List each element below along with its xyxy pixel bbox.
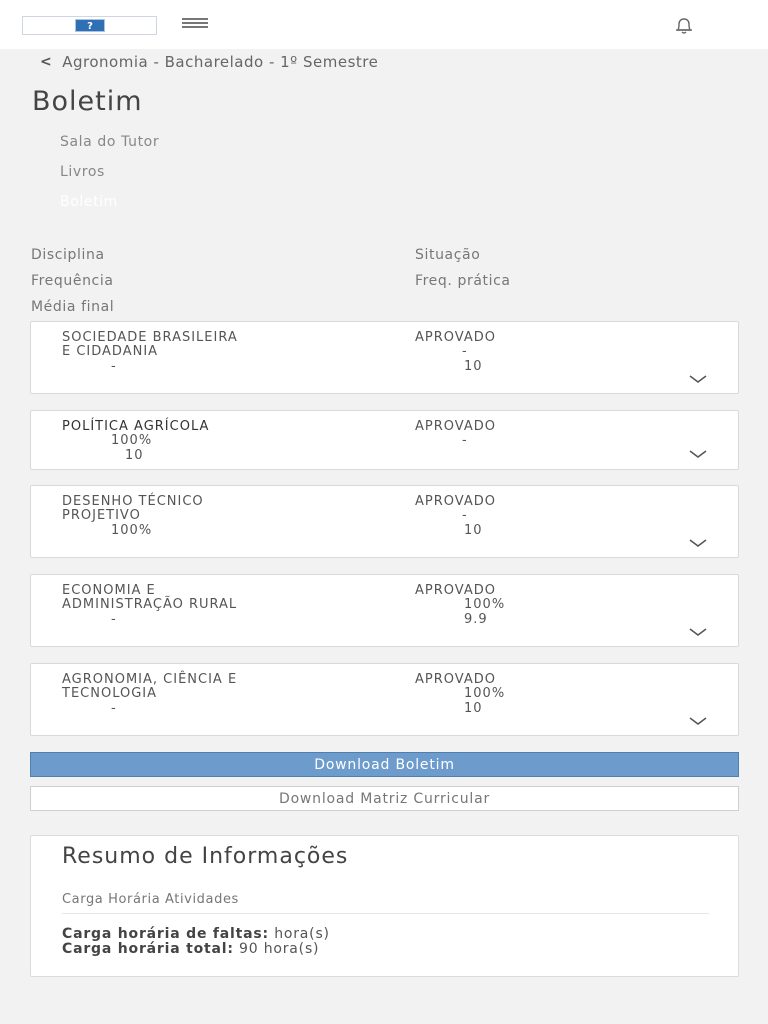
download-matriz-button[interactable]: Download Matriz Curricular (30, 786, 739, 811)
course-card[interactable]: AGRONOMIA, CIÊNCIA E TECNOLOGIA APROVADO… (30, 663, 739, 736)
chevron-down-icon[interactable] (688, 373, 708, 385)
course-name-line1: ECONOMIA E (62, 583, 156, 598)
logo[interactable]: ? (22, 16, 157, 35)
header-freq-pratica: Freq. prática (415, 273, 511, 289)
course-freq-pratica: 100% (464, 597, 506, 612)
course-frequencia: 100% (111, 523, 153, 538)
course-name-line2: E CIDADANIA (62, 344, 159, 359)
nav-item-boletim[interactable]: Boletim (60, 194, 118, 210)
header-situacao: Situação (415, 247, 481, 263)
course-name-line1: DESENHO TÉCNICO (62, 494, 204, 509)
course-frequencia: 100% (111, 433, 153, 448)
course-card[interactable]: POLÍTICA AGRÍCOLA APROVADO 100% - 10 (30, 410, 739, 470)
download-boletim-button[interactable]: Download Boletim (30, 752, 739, 777)
chevron-down-icon[interactable] (688, 448, 708, 460)
breadcrumb-label[interactable]: Agronomia - Bacharelado - 1º Semestre (62, 53, 378, 71)
header-frequencia: Frequência (31, 273, 114, 289)
course-name-line1: AGRONOMIA, CIÊNCIA E (62, 672, 238, 687)
summary-subtitle: Carga Horária Atividades (62, 892, 239, 907)
course-frequencia: - (111, 612, 117, 627)
nav-item-livros[interactable]: Livros (60, 164, 105, 180)
course-card[interactable]: SOCIEDADE BRASILEIRA E CIDADANIA APROVAD… (30, 321, 739, 394)
faltas-row: Carga horária de faltas: hora(s) (62, 926, 330, 942)
course-situation: APROVADO (415, 419, 496, 434)
course-situation: APROVADO (415, 494, 496, 509)
course-situation: APROVADO (415, 672, 496, 687)
total-label: Carga horária total: (62, 941, 234, 957)
header-media-final: Média final (31, 299, 115, 315)
chevron-down-icon[interactable] (688, 626, 708, 638)
course-name-line1: POLÍTICA AGRÍCOLA (62, 419, 210, 434)
course-media-final: 10 (125, 448, 144, 463)
top-bar: ? (0, 0, 768, 49)
course-card[interactable]: DESENHO TÉCNICO PROJETIVO APROVADO - 100… (30, 485, 739, 558)
breadcrumb: < Agronomia - Bacharelado - 1º Semestre (40, 53, 378, 71)
course-card[interactable]: ECONOMIA E ADMINISTRAÇÃO RURAL APROVADO … (30, 574, 739, 647)
divider (62, 913, 709, 914)
course-situation: APROVADO (415, 583, 496, 598)
course-situation: APROVADO (415, 330, 496, 345)
nav-item-sala-do-tutor[interactable]: Sala do Tutor (60, 134, 159, 150)
faltas-value: hora(s) (274, 926, 330, 942)
course-media-final: 10 (464, 359, 483, 374)
header-disciplina: Disciplina (31, 247, 105, 263)
logo-mark: ? (75, 19, 105, 32)
chevron-left-icon[interactable]: < (40, 54, 52, 70)
course-frequencia: - (111, 359, 117, 374)
course-freq-pratica: 100% (464, 686, 506, 701)
total-row: Carga horária total: 90 hora(s) (62, 941, 319, 957)
course-media-final: 9.9 (464, 612, 488, 627)
summary-title: Resumo de Informações (62, 844, 349, 869)
hamburger-menu-icon[interactable] (182, 18, 208, 30)
chevron-down-icon[interactable] (688, 715, 708, 727)
course-freq-pratica: - (462, 344, 468, 359)
faltas-label: Carga horária de faltas: (62, 926, 269, 942)
course-media-final: 10 (464, 523, 483, 538)
course-freq-pratica: - (462, 433, 468, 448)
course-name-line2: TECNOLOGIA (62, 686, 158, 701)
summary-panel: Resumo de Informações Carga Horária Ativ… (30, 835, 739, 977)
course-media-final: 10 (464, 701, 483, 716)
course-name-line1: SOCIEDADE BRASILEIRA (62, 330, 238, 345)
page-title: Boletim (32, 86, 143, 117)
course-name-line2: PROJETIVO (62, 508, 141, 523)
total-value: 90 hora(s) (239, 941, 320, 957)
bell-icon[interactable] (670, 15, 698, 37)
course-frequencia: - (111, 701, 117, 716)
course-freq-pratica: - (462, 508, 468, 523)
chevron-down-icon[interactable] (688, 537, 708, 549)
course-name-line2: ADMINISTRAÇÃO RURAL (62, 597, 238, 612)
